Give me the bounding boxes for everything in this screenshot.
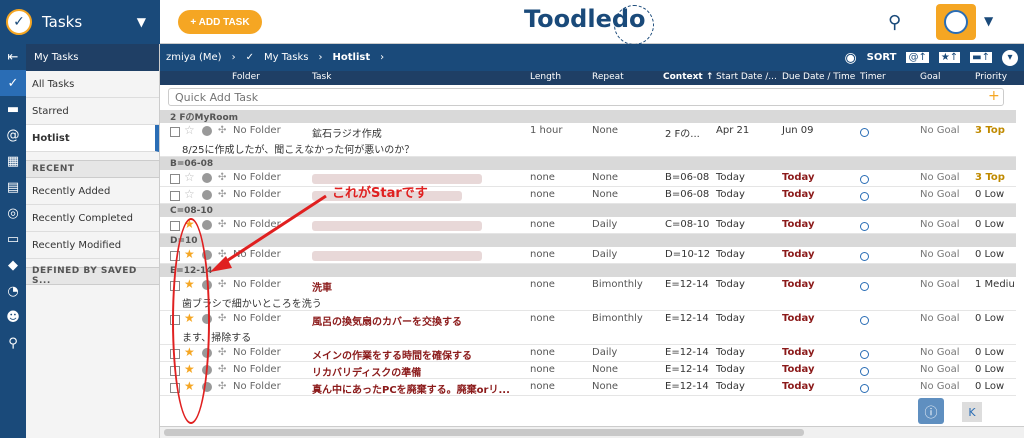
feedback-icon[interactable]: K xyxy=(962,402,982,422)
help-icon[interactable]: ⓘ xyxy=(918,398,944,424)
annotation-arrow xyxy=(210,194,327,272)
horizontal-scrollbar[interactable] xyxy=(160,426,1024,438)
annotation-text: これがStarです xyxy=(332,186,428,201)
